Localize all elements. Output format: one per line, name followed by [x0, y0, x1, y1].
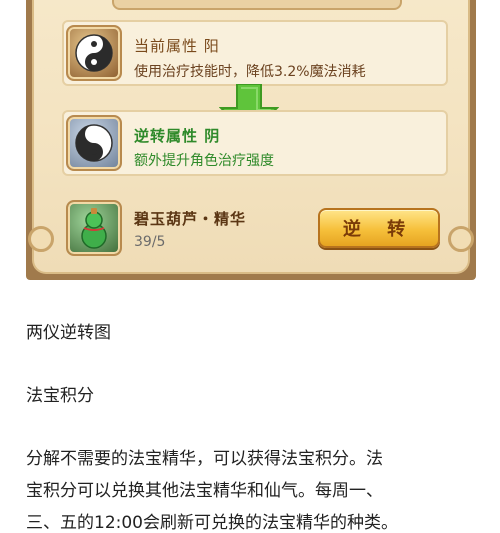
reverse-button[interactable]: 逆 转	[318, 208, 440, 248]
reversed-attribute-description: 额外提升角色治疗强度	[134, 153, 274, 169]
item-name: 碧玉葫芦・精华	[134, 210, 247, 228]
corner-ornament-right	[448, 226, 474, 252]
scroll-top-decoration	[112, 0, 402, 10]
image-caption: 两仪逆转图	[26, 323, 111, 343]
corner-ornament-left	[28, 226, 54, 252]
reversed-attribute-title: 逆转属性 阴	[134, 127, 221, 145]
item-count: 39/5	[134, 234, 166, 250]
paragraph-line: 分解不需要的法宝精华，可以获得法宝积分。法	[26, 449, 383, 469]
yin-yang-icon	[66, 115, 122, 171]
gourd-icon	[66, 200, 122, 256]
game-screenshot-panel: 当前属性 阳 使用治疗技能时，降低3.2%魔法消耗 逆转属性 阴 额外提升角色治…	[26, 0, 476, 280]
current-attribute-title: 当前属性 阳	[134, 37, 220, 55]
yin-yang-icon	[66, 25, 122, 81]
body-paragraph: 分解不需要的法宝精华，可以获得法宝积分。法 宝积分可以兑换其他法宝精华和仙气。每…	[26, 443, 478, 533]
paragraph-line: 三、五的12:00会刷新可兑换的法宝精华的种类。	[26, 513, 398, 533]
paragraph-line: 宝积分可以兑换其他法宝精华和仙气。每周一、	[26, 481, 383, 501]
section-heading: 法宝积分	[26, 386, 94, 406]
current-attribute-description: 使用治疗技能时，降低3.2%魔法消耗	[134, 64, 366, 80]
